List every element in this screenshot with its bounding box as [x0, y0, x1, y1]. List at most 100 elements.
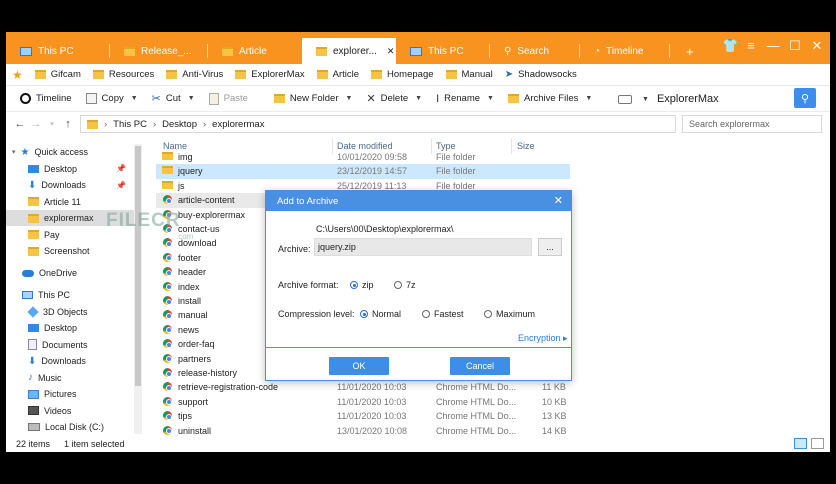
file-name: partners: [178, 353, 212, 364]
file-name: jquery: [178, 166, 203, 177]
breadcrumb-this-pc[interactable]: This PC: [113, 119, 147, 130]
maximize-icon[interactable]: ☐: [788, 38, 802, 54]
music-icon: ♪: [28, 372, 33, 383]
copy-button[interactable]: Copy ▼: [85, 93, 138, 104]
breadcrumb-desktop[interactable]: Desktop: [162, 119, 197, 130]
tab-label: Article: [239, 45, 267, 57]
browse-button[interactable]: ...: [538, 238, 562, 256]
search-button[interactable]: ⚲: [794, 88, 816, 108]
fav-homepage[interactable]: Homepage: [371, 69, 434, 80]
chrome-html-icon: [163, 238, 172, 248]
sidebar-item-desktop[interactable]: Desktop 📌: [6, 161, 134, 177]
chevron-down-icon[interactable]: ▼: [188, 95, 195, 102]
sidebar-item-3d-objects[interactable]: 3D Objects: [6, 304, 134, 320]
cancel-button[interactable]: Cancel: [450, 357, 510, 375]
tab-timeline[interactable]: ◔ Timeline: [580, 40, 670, 62]
file-row[interactable]: retrieve-registration-code 11/01/2020 10:…: [156, 380, 570, 394]
file-row[interactable]: support 11/01/2020 10:03 Chrome HTML Do...…: [156, 395, 570, 409]
fav-resources[interactable]: Resources: [92, 69, 154, 80]
tab-release[interactable]: Release_...: [110, 40, 208, 62]
history-chevron-icon[interactable]: ▾: [44, 120, 60, 128]
large-icons-view-icon[interactable]: [811, 438, 824, 449]
sidebar-item-article-11[interactable]: Article 11: [6, 194, 134, 210]
fav-explorermax[interactable]: ExplorerMax: [235, 69, 305, 80]
sidebar-item-downloads-pc[interactable]: ⬇ Downloads: [6, 353, 134, 369]
delete-button[interactable]: ✕ Delete ▼: [366, 92, 422, 105]
sidebar-item-local-disk[interactable]: Local Disk (C:): [6, 419, 134, 435]
back-icon[interactable]: ←: [12, 118, 28, 130]
encryption-link[interactable]: Encryption ▸: [518, 333, 568, 344]
fav-article[interactable]: Article: [316, 69, 359, 80]
tab-explorermax[interactable]: explorer... ✕: [302, 38, 396, 64]
chevron-down-icon[interactable]: ▼: [585, 95, 592, 102]
breadcrumb-explorermax[interactable]: explorermax: [212, 119, 264, 130]
details-view-icon[interactable]: [794, 438, 807, 449]
level-normal-radio[interactable]: Normal: [360, 309, 401, 319]
archive-name-input[interactable]: jquery.zip: [314, 238, 532, 256]
file-row[interactable]: tips 11/01/2020 10:03 Chrome HTML Do... 13 …: [156, 409, 570, 423]
tab-search[interactable]: ⚲ Search: [490, 40, 580, 62]
level-maximum-radio[interactable]: Maximum: [484, 309, 535, 319]
fav-anti-virus[interactable]: Anti-Virus: [166, 69, 223, 80]
sidebar-item-videos[interactable]: Videos: [6, 403, 134, 419]
close-icon[interactable]: ✕: [810, 38, 824, 54]
sidebar-item-music[interactable]: ♪ Music: [6, 370, 134, 386]
close-icon[interactable]: ✕: [554, 194, 563, 207]
file-row[interactable]: jquery 23/12/2019 14:57 File folder: [156, 164, 570, 179]
sidebar-item-downloads[interactable]: ⬇ Downloads 📌: [6, 177, 134, 193]
chrome-html-icon: [163, 368, 172, 377]
tab-label: Timeline: [606, 45, 644, 57]
close-tab-icon[interactable]: ✕: [387, 46, 395, 57]
new-tab-button[interactable]: +: [676, 40, 706, 62]
paste-button[interactable]: Paste: [208, 92, 248, 105]
tab-bar: This PC Release_... Article explorer... …: [6, 32, 830, 64]
ok-button[interactable]: OK: [329, 357, 389, 375]
sidebar-item-quick-access[interactable]: ▾ ★ Quick access: [6, 144, 134, 160]
scrollbar-thumb[interactable]: [135, 146, 141, 386]
minimize-icon[interactable]: —: [766, 38, 780, 54]
shirt-icon[interactable]: 👕: [722, 38, 738, 54]
format-zip-radio[interactable]: zip: [350, 280, 374, 290]
dialog-divider: [266, 347, 571, 348]
level-fastest-radio[interactable]: Fastest: [422, 309, 464, 319]
rename-button[interactable]: I Rename ▼: [436, 93, 494, 105]
up-icon[interactable]: ↑: [60, 118, 76, 130]
sidebar-item-desktop-pc[interactable]: Desktop: [6, 320, 134, 336]
archive-files-button[interactable]: Archive Files ▼: [507, 93, 592, 104]
fav-manual[interactable]: Manual: [445, 69, 493, 80]
folder-icon: [222, 46, 233, 56]
chevron-down-icon[interactable]: ▼: [131, 95, 138, 102]
menu-icon[interactable]: ≡: [744, 38, 758, 54]
forward-icon[interactable]: →: [28, 118, 44, 130]
sidebar-item-screenshot[interactable]: Screenshot: [6, 243, 134, 259]
chevron-down-icon[interactable]: ▼: [346, 95, 353, 102]
desktop-icon: [28, 164, 39, 173]
cut-button[interactable]: ✂ Cut ▼: [152, 92, 195, 105]
sidebar-item-documents[interactable]: Documents: [6, 337, 134, 353]
address-bar[interactable]: › This PC › Desktop › explorermax: [80, 115, 676, 133]
fav-gifcam[interactable]: Gifcam: [34, 69, 81, 80]
fav-shadowsocks[interactable]: ➤ Shadowsocks: [505, 69, 577, 80]
chevron-down-icon[interactable]: ▼: [487, 95, 494, 102]
radio-checked-icon: [360, 310, 368, 318]
timeline-button[interactable]: Timeline: [20, 93, 72, 104]
search-input[interactable]: Search explorermax: [682, 115, 822, 133]
format-7z-radio[interactable]: 7z: [394, 280, 416, 290]
sidebar-item-onedrive[interactable]: OneDrive: [6, 265, 134, 281]
file-type: Chrome HTML Do...: [436, 411, 517, 422]
new-folder-button[interactable]: New Folder ▼: [273, 93, 353, 104]
tab-article[interactable]: Article: [208, 40, 302, 62]
sidebar-scrollbar[interactable]: [134, 144, 142, 434]
watermark: FILECR: [106, 210, 181, 231]
dialog-title: Add to Archive: [266, 191, 571, 211]
sidebar-item-this-pc[interactable]: This PC: [6, 287, 134, 303]
tab-this-pc-2[interactable]: This PC: [396, 40, 490, 62]
sidebar-item-pictures[interactable]: Pictures: [6, 386, 134, 402]
tab-this-pc[interactable]: This PC: [6, 40, 110, 62]
rename-icon: I: [436, 92, 440, 105]
chevron-down-icon[interactable]: ▼: [415, 95, 422, 102]
cloud-icon: [22, 269, 34, 277]
folder-icon: [273, 94, 285, 103]
file-row[interactable]: img 10/01/2020 09:58 File folder: [156, 150, 570, 164]
location-dropdown[interactable]: ▼ ExplorerMax: [614, 89, 790, 109]
